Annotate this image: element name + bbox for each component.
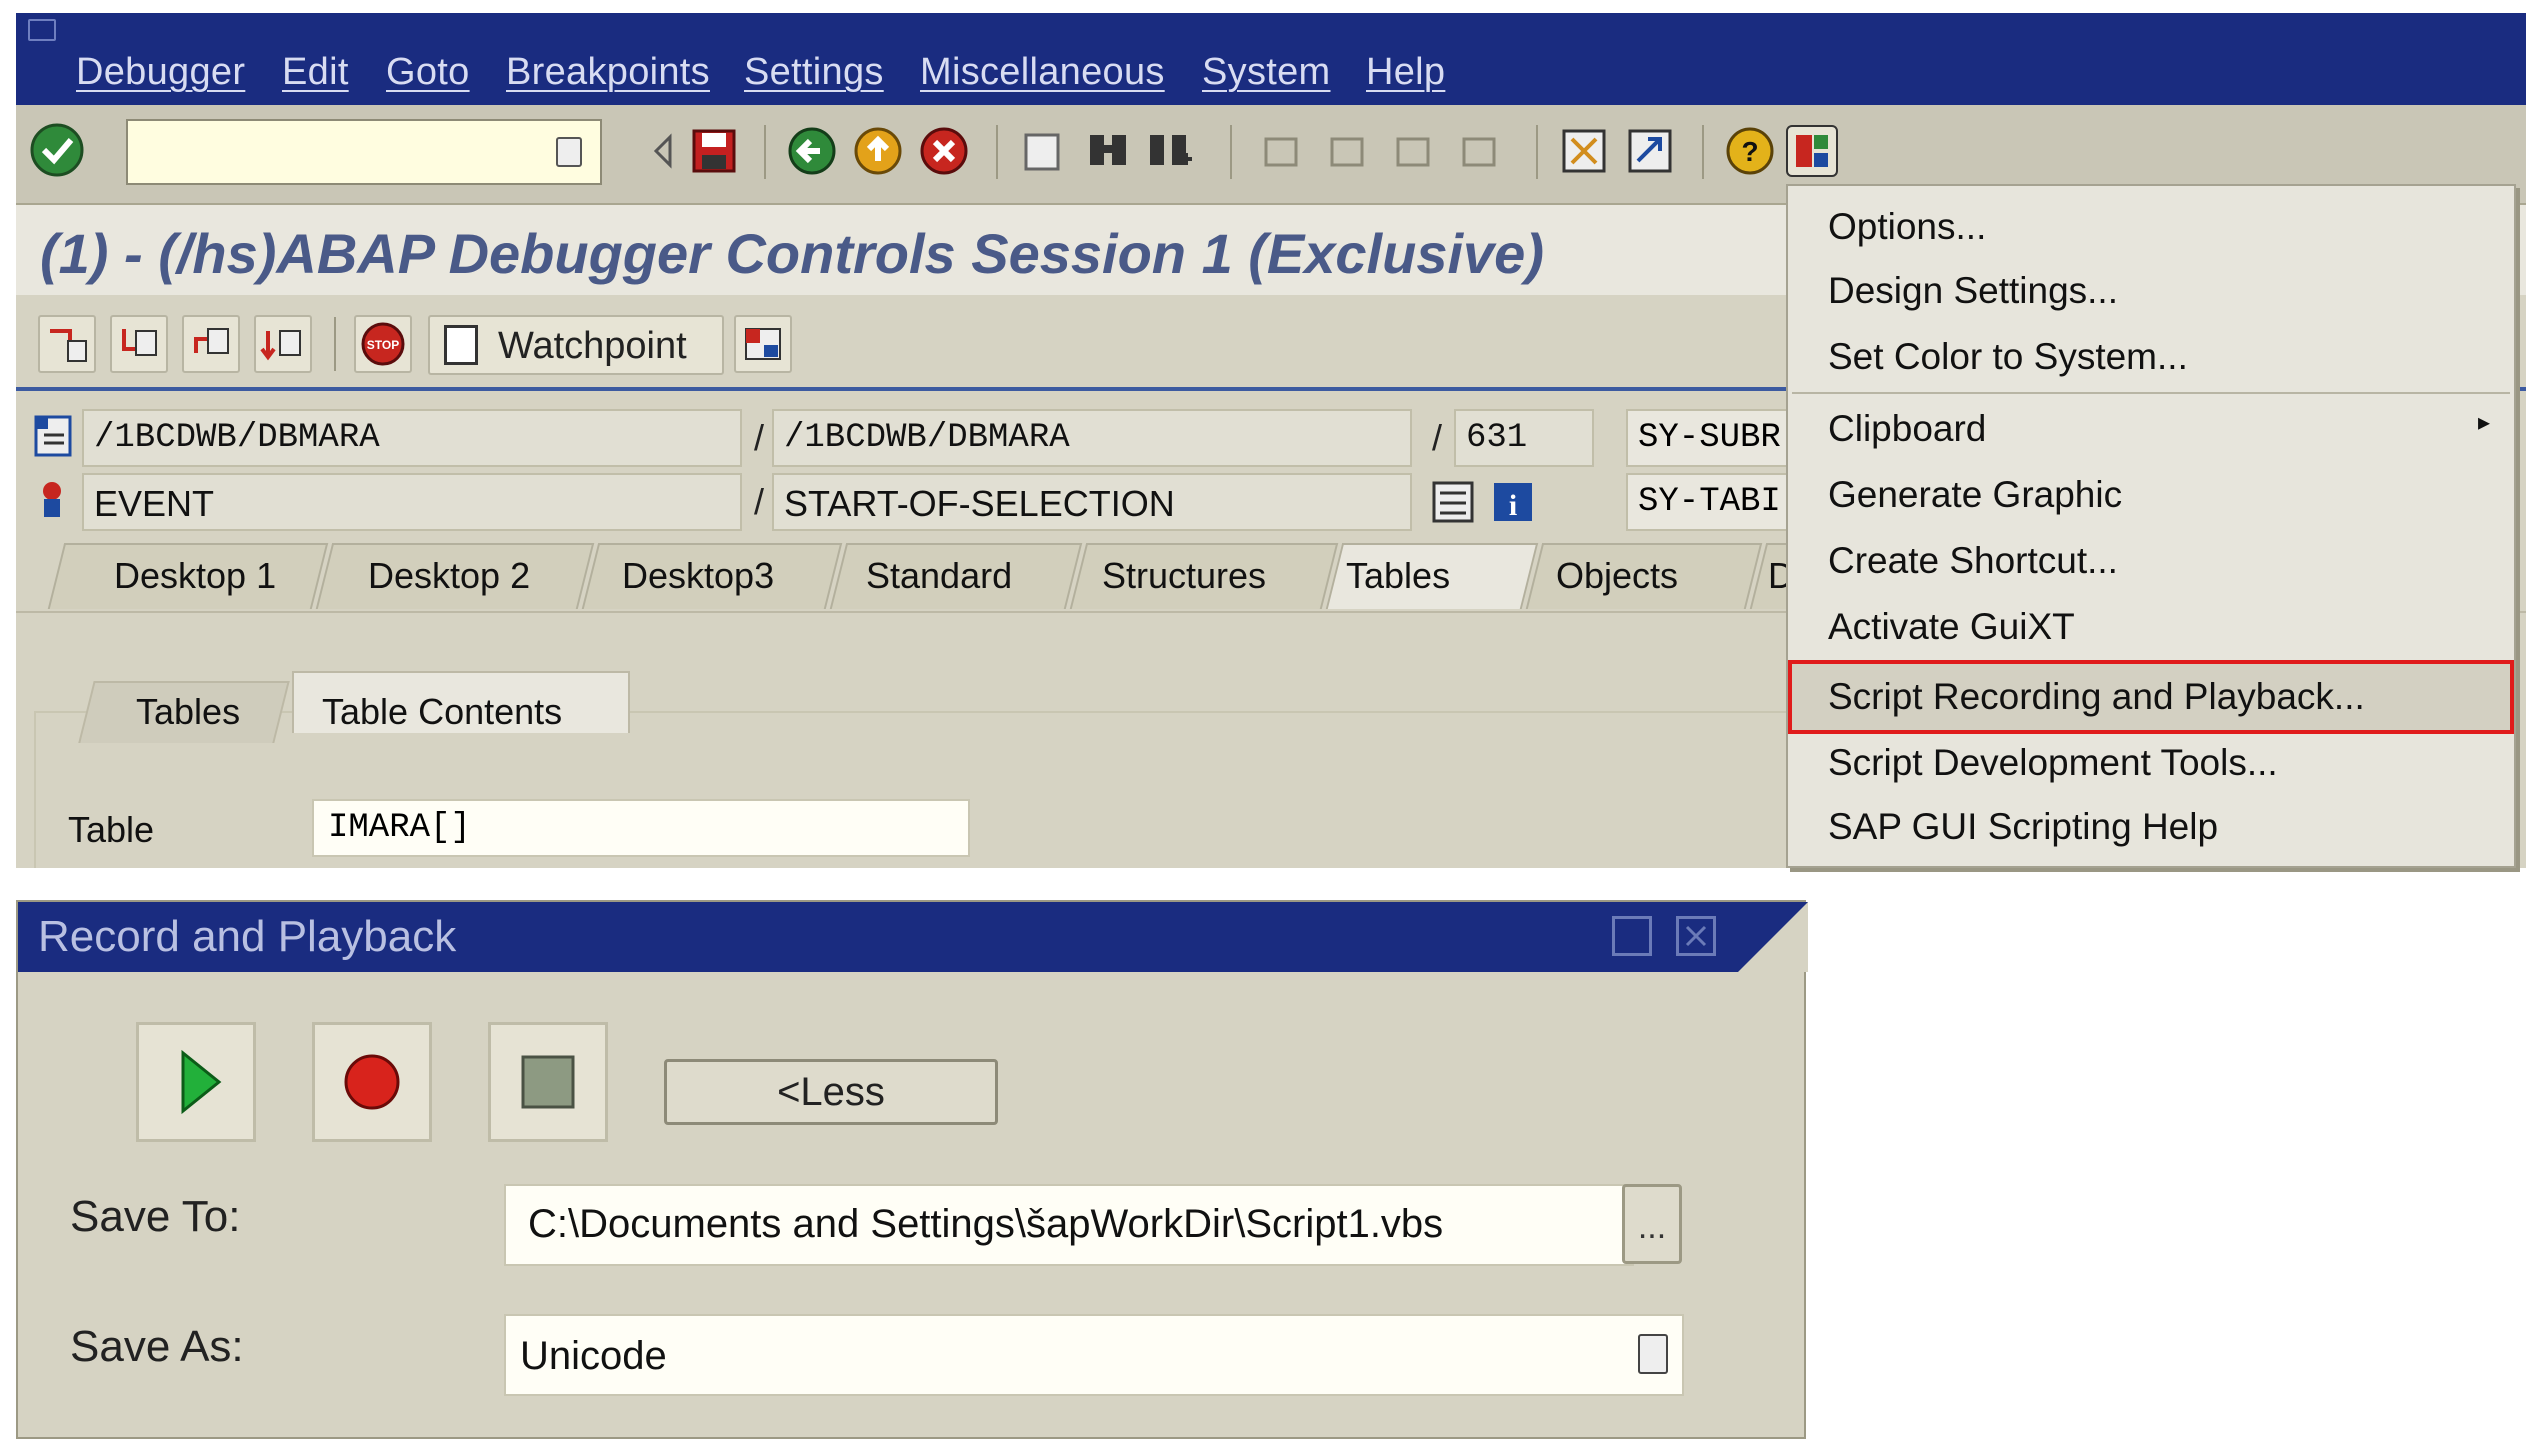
last-page-icon[interactable]	[1454, 125, 1506, 177]
save-as-value: Unicode	[520, 1334, 667, 1378]
execute-step-icon[interactable]	[110, 315, 168, 373]
document-icon	[444, 325, 478, 365]
menu-goto[interactable]: Goto	[386, 51, 470, 94]
menu-item-activate-guixt[interactable]: Activate GuiXT	[1828, 606, 2075, 648]
find-next-icon[interactable]	[1144, 125, 1196, 177]
watchpoint-button[interactable]: Watchpoint	[428, 315, 724, 375]
program-field: /1BCDWB/DBMARA	[82, 409, 742, 467]
include-field: /1BCDWB/DBMARA	[772, 409, 1412, 467]
menu-help[interactable]: Help	[1366, 51, 1445, 94]
layout-icon[interactable]	[734, 315, 792, 373]
single-step-icon[interactable]	[38, 315, 96, 373]
collapse-arrow-icon[interactable]	[636, 125, 688, 177]
first-page-icon[interactable]	[1256, 125, 1308, 177]
svg-text:STOP: STOP	[367, 338, 399, 352]
save-as-dropdown[interactable]: Unicode	[504, 1314, 1684, 1396]
sy-tabix-label: SY-TABI	[1626, 473, 1806, 531]
record-playback-dialog: Record and Playback <Less Save To: C:\Do…	[16, 900, 1808, 1439]
submenu-arrow-icon: ▸	[2478, 409, 2491, 436]
menu-item-options[interactable]: Options...	[1828, 206, 1986, 248]
event-icon	[32, 477, 74, 523]
record-button[interactable]	[312, 1022, 432, 1142]
menu-settings[interactable]: Settings	[744, 51, 884, 94]
dropdown-icon[interactable]	[1638, 1334, 1668, 1374]
customize-layout-icon[interactable]	[1786, 125, 1838, 177]
menu-edit[interactable]: Edit	[282, 51, 349, 94]
exit-icon[interactable]	[852, 125, 904, 177]
help-icon[interactable]: ?	[1724, 125, 1776, 177]
menu-breakpoints[interactable]: Breakpoints	[506, 51, 710, 94]
playback-button[interactable]	[136, 1022, 256, 1142]
stop-button[interactable]	[488, 1022, 608, 1142]
continue-icon[interactable]	[254, 315, 312, 373]
dialog-title: Record and Playback	[38, 912, 457, 961]
program-icon	[32, 413, 74, 459]
menu-system[interactable]: System	[1202, 51, 1331, 94]
print-icon[interactable]	[1016, 125, 1068, 177]
menu-debugger[interactable]: Debugger	[76, 51, 245, 94]
minimize-icon[interactable]	[1612, 916, 1652, 956]
save-to-field[interactable]: C:\Documents and Settings\šapWorkDir\Scr…	[504, 1184, 1634, 1266]
enter-checkmark-icon[interactable]	[28, 121, 86, 179]
menu-item-create-shortcut[interactable]: Create Shortcut...	[1828, 540, 2118, 582]
menu-bar: Debugger Edit Goto Breakpoints Settings …	[16, 13, 2526, 105]
event-type-field: EVENT	[82, 473, 742, 531]
info-icon[interactable]: i	[1488, 477, 1538, 527]
desktop-tabstrip: Desktop 1 Desktop 2 Desktop3 Standard St…	[16, 543, 1847, 611]
display-source-icon[interactable]	[1428, 477, 1478, 527]
customize-layout-menu: Options... Design Settings... Set Color …	[1786, 184, 2516, 868]
page-title: (1) - (/hs)ABAP Debugger Controls Sessio…	[40, 222, 1544, 285]
find-icon[interactable]	[1082, 125, 1134, 177]
save-icon[interactable]	[688, 125, 740, 177]
line-number-field: 631	[1454, 409, 1594, 467]
previous-page-icon[interactable]	[1322, 125, 1374, 177]
save-to-label: Save To:	[70, 1192, 241, 1241]
stop-icon[interactable]: STOP	[354, 315, 412, 373]
sy-subrc-label: SY-SUBR	[1626, 409, 1806, 467]
table-label: Table	[68, 809, 155, 850]
event-name-field: START-OF-SELECTION	[772, 473, 1412, 531]
svg-text:?: ?	[1741, 136, 1758, 167]
table-name-input[interactable]: IMARA[]	[312, 799, 970, 857]
create-shortcut-icon[interactable]	[1624, 125, 1676, 177]
less-button[interactable]: <Less	[664, 1059, 998, 1125]
next-page-icon[interactable]	[1388, 125, 1440, 177]
browse-button[interactable]: ...	[1622, 1184, 1682, 1264]
dialog-title-bar: Record and Playback	[18, 902, 1808, 972]
menu-item-script-dev-tools[interactable]: Script Development Tools...	[1828, 742, 2278, 784]
back-icon[interactable]	[786, 125, 838, 177]
close-icon[interactable]	[1676, 916, 1716, 956]
svg-text:i: i	[1509, 489, 1517, 522]
return-icon[interactable]	[182, 315, 240, 373]
cancel-icon[interactable]	[918, 125, 970, 177]
create-session-icon[interactable]	[1558, 125, 1610, 177]
system-menu-icon[interactable]	[28, 19, 56, 41]
save-as-label: Save As:	[70, 1322, 244, 1371]
command-history-icon[interactable]	[556, 137, 582, 167]
command-field[interactable]	[126, 119, 602, 185]
menu-miscellaneous[interactable]: Miscellaneous	[920, 51, 1165, 94]
menu-item-set-color[interactable]: Set Color to System...	[1828, 336, 2188, 378]
menu-item-script-recording[interactable]: Script Recording and Playback...	[1828, 676, 2365, 718]
menu-item-design-settings[interactable]: Design Settings...	[1828, 270, 2118, 312]
menu-item-scripting-help[interactable]: SAP GUI Scripting Help	[1828, 806, 2218, 848]
menu-item-clipboard[interactable]: Clipboard	[1828, 408, 1986, 450]
menu-item-generate-graphic[interactable]: Generate Graphic	[1828, 474, 2122, 516]
